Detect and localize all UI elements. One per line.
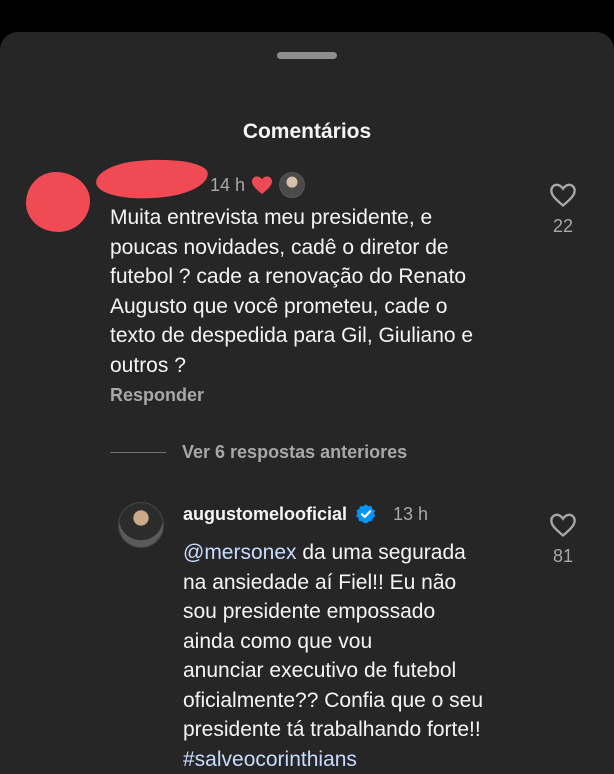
redacted-avatar[interactable] (26, 172, 90, 232)
avatar[interactable] (118, 502, 164, 548)
heart-filled-icon (252, 176, 273, 195)
comment-meta: 14 h (210, 172, 306, 198)
reply-text: @mersonex da uma segurada na ansiedade a… (183, 538, 543, 774)
divider-line (110, 452, 166, 453)
creator-avatar-mini (279, 172, 306, 198)
mention-link[interactable]: @mersonex (183, 541, 297, 564)
like-button[interactable]: 81 (543, 512, 583, 567)
comments-sheet: Comentários 14 h Muita entrevista meu pr… (0, 32, 614, 774)
view-previous-replies[interactable]: Ver 6 respostas anteriores (110, 442, 407, 463)
like-count: 81 (552, 546, 574, 566)
heart-outline-icon[interactable] (549, 182, 577, 208)
heart-outline-icon[interactable] (549, 512, 577, 538)
sheet-title: Comentários (242, 120, 372, 143)
redacted-username[interactable] (94, 156, 210, 202)
verified-badge-icon (356, 504, 376, 524)
reply-button[interactable]: Responder (110, 385, 204, 406)
drag-handle[interactable] (277, 52, 337, 59)
comment-time: 14 h (210, 174, 246, 195)
like-button[interactable]: 22 (543, 182, 583, 237)
reply-time: 13 h (393, 503, 429, 524)
comment-text: Muita entrevista meu presidente, e pouca… (110, 206, 474, 377)
username[interactable]: augustomelooficial (183, 504, 347, 525)
view-replies-label: Ver 6 respostas anteriores (182, 442, 408, 462)
like-count: 22 (552, 216, 574, 236)
hashtag-link[interactable]: #salveocorinthians (183, 748, 357, 771)
reply-meta: augustomelooficial 13 h (183, 503, 428, 525)
reply-body: da uma segurada na ansiedade aí Fiel!! E… (183, 541, 484, 741)
